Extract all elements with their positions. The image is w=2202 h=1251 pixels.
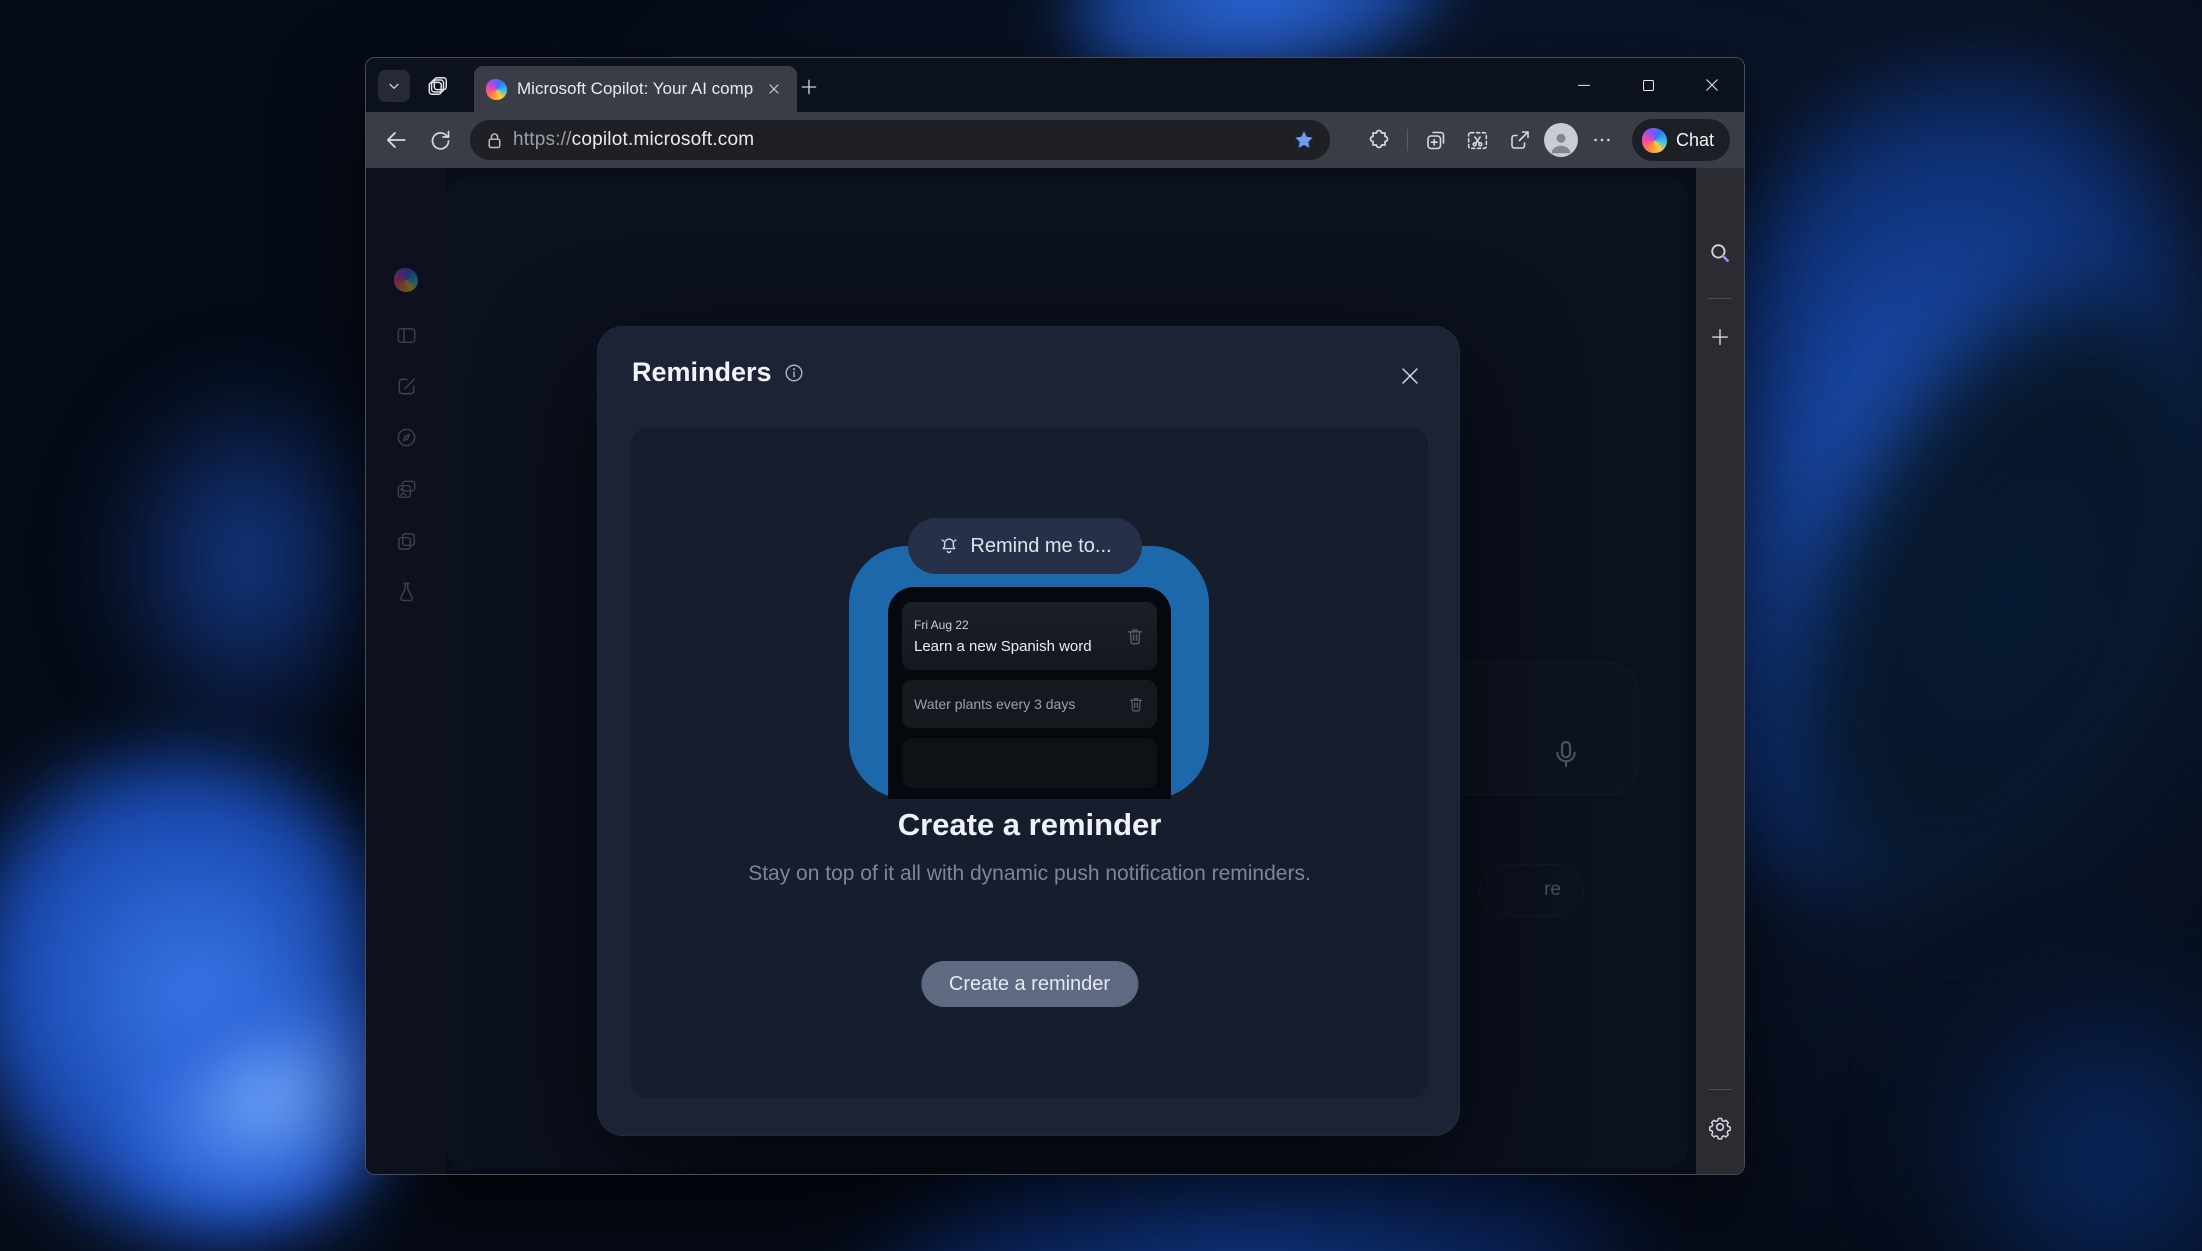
tab-actions-menu-button[interactable] [422,70,454,102]
more-menu-button[interactable] [1584,122,1620,158]
back-arrow-icon [383,127,409,153]
extensions-button[interactable] [1361,122,1397,158]
close-icon [1398,364,1422,388]
stacked-tabs-icon [427,75,449,97]
share-icon [1508,128,1532,152]
browser-toolbar: https://copilot.microsoft.com [366,112,1744,168]
trash-icon [1125,626,1145,646]
modal-header: Reminders [632,357,805,388]
modal-close-button[interactable] [1393,359,1427,393]
star-icon [1293,129,1315,151]
sidebar-divider [1708,298,1732,299]
reminder-item: Fri Aug 22 Learn a new Spanish word [902,602,1157,670]
puzzle-icon [1367,128,1391,152]
info-button[interactable] [783,362,805,384]
illustration-phone: Fri Aug 22 Learn a new Spanish word Wate… [888,587,1171,799]
gear-icon [1707,1114,1733,1140]
copilot-page: H M re [366,168,1696,1175]
ellipsis-icon [1591,129,1613,151]
copilot-chat-button[interactable]: Chat [1632,119,1730,161]
plus-icon [799,77,819,97]
new-tab-button[interactable] [794,72,824,102]
reminder-date: Fri Aug 22 [914,618,1125,632]
browser-content: H M re [366,168,1744,1175]
sidebar-add-button[interactable] [1709,326,1731,348]
close-window-button[interactable] [1680,58,1744,112]
bell-icon [938,535,960,557]
reminders-card: Remind me to... Fri Aug 22 Learn a new S… [631,427,1428,1099]
tab-close-button[interactable] [763,78,785,100]
search-icon [1707,240,1733,266]
create-reminder-heading: Create a reminder [631,807,1428,843]
remind-me-pill: Remind me to... [908,518,1142,574]
screenshot-scissors-icon [1465,128,1490,153]
refresh-icon [428,128,452,152]
create-reminder-subtitle: Stay on top of it all with dynamic push … [720,859,1340,889]
url-text: https://copilot.microsoft.com [513,129,1280,151]
sidebar-settings-button[interactable] [1707,1114,1733,1140]
reminder-text: Learn a new Spanish word [914,638,1125,655]
close-icon [1703,76,1721,94]
chat-button-label: Chat [1676,130,1714,151]
share-button[interactable] [1502,122,1538,158]
tab-search-button[interactable] [378,70,410,102]
sidebar-search-button[interactable] [1707,240,1733,266]
maximize-icon [1640,77,1657,94]
add-to-collections-icon [1424,128,1448,152]
back-button[interactable] [378,122,414,158]
trash-icon [1127,695,1145,713]
desktop: Microsoft Copilot: Your AI compan [0,0,2202,1251]
minimize-button[interactable] [1552,58,1616,112]
reminders-modal: Reminders Remind me to... [597,326,1460,1136]
web-capture-button[interactable] [1460,122,1496,158]
browser-tab[interactable]: Microsoft Copilot: Your AI compan [474,66,797,112]
lock-icon [484,130,505,151]
profile-button[interactable] [1544,123,1578,157]
minimize-icon [1575,76,1593,94]
tab-title: Microsoft Copilot: Your AI compan [517,79,753,99]
browser-window: Microsoft Copilot: Your AI compan [365,57,1745,1175]
person-icon [1546,127,1576,157]
reminder-item: Water plants every 3 days [902,680,1157,728]
url-host: copilot.microsoft.com [572,129,755,150]
url-scheme: https:// [513,129,572,150]
browser-titlebar: Microsoft Copilot: Your AI compan [366,58,1744,112]
create-reminder-button[interactable]: Create a reminder [921,961,1138,1007]
close-icon [767,82,781,96]
edge-sidebar-rail [1696,168,1744,1175]
chevron-down-icon [386,78,402,94]
copilot-logo-icon [1642,128,1667,153]
pill-label: Remind me to... [970,535,1111,558]
toolbar-divider [1407,129,1408,151]
copilot-favicon [486,79,507,100]
window-controls [1552,58,1744,112]
reminder-item-partial [902,738,1157,788]
refresh-button[interactable] [422,122,458,158]
bookmark-star-button[interactable] [1288,124,1320,156]
maximize-button[interactable] [1616,58,1680,112]
address-bar[interactable]: https://copilot.microsoft.com [470,120,1330,160]
info-icon [783,362,805,384]
sidebar-divider [1708,1089,1732,1090]
toolbar-right-icons: Chat [1361,119,1730,161]
modal-title: Reminders [632,357,772,388]
plus-icon [1709,326,1731,348]
collections-button[interactable] [1418,122,1454,158]
reminder-text: Water plants every 3 days [914,696,1127,712]
